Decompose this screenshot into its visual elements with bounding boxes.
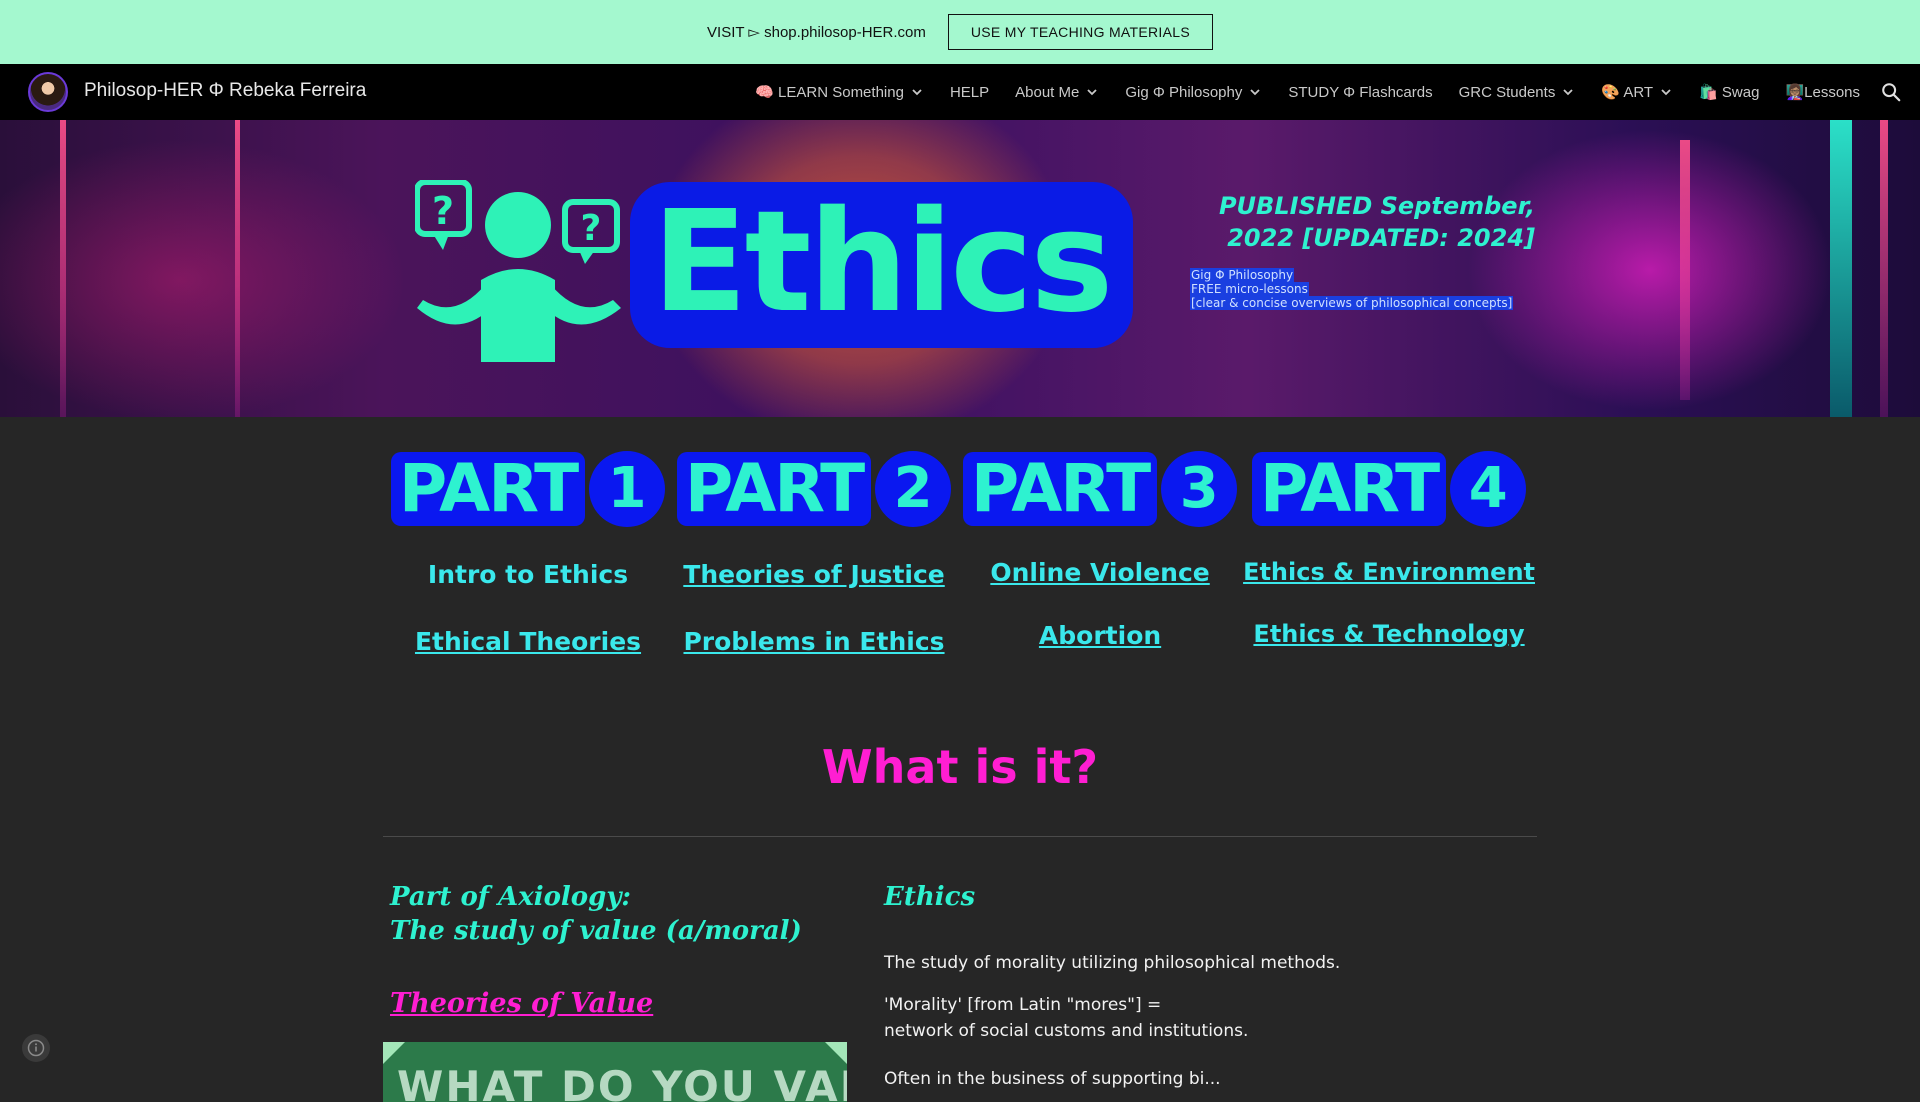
nav-item-label: 👩🏽‍🏫Lessons <box>1785 84 1860 101</box>
axiology-line-2: The study of value (a/moral) <box>390 916 802 946</box>
nav-item-help[interactable]: HELP <box>950 84 989 101</box>
abortion-link[interactable]: Abortion <box>1039 621 1161 650</box>
published-line-1: PUBLISHED September, <box>1218 192 1535 220</box>
theories-of-justice-link[interactable]: Theories of Justice <box>683 560 944 589</box>
chevron-down-icon[interactable] <box>1561 85 1575 99</box>
nav-item-label: About Me <box>1015 83 1080 101</box>
image-corner <box>825 1042 847 1064</box>
part-label: PART <box>962 452 1158 526</box>
nav-item-label: Gig Φ Philosophy <box>1125 83 1243 101</box>
published-line-2: 2022 [UPDATED: 2024] <box>1227 224 1535 252</box>
nav-menu: 🧠 LEARN Something HELP About Me Gig Φ Philo… <box>755 64 1860 120</box>
chevron-down-icon[interactable] <box>1085 85 1099 99</box>
hero-banner: ? ? Ethics PUBLISHED September, 2022 [UP… <box>0 120 1920 417</box>
nav-item-label: 🛍️ Swag <box>1699 84 1760 101</box>
morality-line-2: network of social customs and institutio… <box>884 1021 1249 1041</box>
hero-sub-2: FREE micro-lessons <box>1190 282 1309 296</box>
nav-item-lessons[interactable]: 👩🏽‍🏫Lessons <box>1785 83 1860 101</box>
image-corner <box>383 1042 405 1064</box>
right-column: Ethics The study of morality utilizing p… <box>884 882 1534 1092</box>
chevron-down-icon[interactable] <box>1659 85 1673 99</box>
part-badge: PART 3 <box>962 448 1238 530</box>
nav-item-art[interactable]: 🎨 ART <box>1601 83 1673 101</box>
continued-paragraph: Often in the business of supporting bi..… <box>884 1069 1221 1089</box>
nav-item-learn-something[interactable]: 🧠 LEARN Something <box>755 83 924 101</box>
part-1: PART 1 Intro to Ethics Ethical Theories <box>385 448 671 656</box>
part-number: 1 <box>589 451 666 527</box>
svg-text:?: ? <box>432 189 454 233</box>
chevron-down-icon[interactable] <box>1248 85 1262 99</box>
teaching-materials-button[interactable]: USE MY TEACHING MATERIALS <box>947 14 1213 50</box>
part-4: PART 4 Ethics & Environment Ethics & Tec… <box>1243 448 1535 656</box>
nav-item-swag[interactable]: 🛍️ Swag <box>1699 83 1759 101</box>
chevron-down-icon[interactable] <box>910 85 924 99</box>
part-2: PART 2 Theories of Justice Problems in E… <box>671 448 957 656</box>
section-heading: What is it? <box>821 740 1099 794</box>
part-badge: PART 4 <box>1251 448 1527 530</box>
top-nav: Philosop-HER Φ Rebeka Ferreira 🧠 LEARN S… <box>0 64 1920 120</box>
ethics-environment-link[interactable]: Ethics & Environment <box>1243 558 1535 586</box>
part-3: PART 3 Online Violence Abortion <box>957 448 1243 656</box>
part-number: 2 <box>875 451 952 527</box>
info-glyph <box>27 1039 45 1057</box>
avatar[interactable] <box>28 72 68 112</box>
part-badge: PART 1 <box>390 448 666 530</box>
person-question-icon: ? ? <box>415 180 621 362</box>
nav-item-grc-students[interactable]: GRC Students <box>1459 84 1576 101</box>
nav-item-label: 🎨 ART <box>1601 84 1654 101</box>
hero-subtitle: Gig Φ Philosophy FREE micro-lessons [cle… <box>1190 268 1514 310</box>
ethical-theories-link[interactable]: Ethical Theories <box>415 627 641 656</box>
axiology-line-1: Part of Axiology: <box>390 882 632 912</box>
morality-paragraph: 'Morality' [from Latin "mores"] = networ… <box>884 992 1534 1044</box>
part-label: PART <box>1251 452 1447 526</box>
search-icon[interactable] <box>1880 81 1902 103</box>
info-icon[interactable] <box>22 1034 50 1062</box>
intro-to-ethics-link[interactable]: Intro to Ethics <box>428 560 628 589</box>
hero-decor <box>60 120 66 417</box>
nav-item-about-me[interactable]: About Me <box>1015 84 1099 101</box>
part-number: 3 <box>1161 451 1238 527</box>
part-label: PART <box>676 452 872 526</box>
part-label: PART <box>390 452 586 526</box>
hero-decor <box>1880 120 1888 417</box>
announcement-bar: VISIT ▻ shop.philosop-HER.com USE MY TEA… <box>0 0 1920 64</box>
hero-decor <box>1830 120 1852 417</box>
axiology-text: Part of Axiology: The study of value (a/… <box>390 880 850 948</box>
theories-of-value-link[interactable]: Theories of Value <box>390 988 850 1019</box>
image-caption: WHAT DO YOU VALUE? <box>397 1062 847 1102</box>
svg-text:?: ? <box>581 208 602 249</box>
definition-paragraph: The study of morality utilizing philosop… <box>884 953 1341 973</box>
site-title[interactable]: Philosop-HER Φ Rebeka Ferreira <box>84 80 366 102</box>
announcement-text[interactable]: VISIT ▻ shop.philosop-HER.com <box>707 23 926 41</box>
morality-line-1: 'Morality' [from Latin "mores"] = <box>884 995 1162 1015</box>
hero-sub-3: [clear & concise overviews of philosophi… <box>1190 296 1514 310</box>
nav-item-label: 🧠 LEARN Something <box>755 84 904 101</box>
hero-decor <box>1680 140 1690 400</box>
nav-item-label: STUDY Φ Flashcards <box>1288 83 1433 101</box>
nav-item-gig-philosophy[interactable]: Gig Φ Philosophy <box>1125 84 1262 101</box>
online-violence-link[interactable]: Online Violence <box>990 558 1209 587</box>
hero-title: Ethics <box>630 182 1133 348</box>
parts-grid: PART 1 Intro to Ethics Ethical Theories … <box>385 448 1535 656</box>
part-number: 4 <box>1450 451 1527 527</box>
divider <box>383 836 1537 837</box>
problems-in-ethics-link[interactable]: Problems in Ethics <box>683 627 944 656</box>
left-column: Part of Axiology: The study of value (a/… <box>390 880 850 1019</box>
nav-item-label: GRC Students <box>1458 83 1556 101</box>
part-badge: PART 2 <box>676 448 952 530</box>
what-do-you-value-image[interactable]: WHAT DO YOU VALUE? <box>383 1042 847 1102</box>
hero-decor <box>235 120 240 417</box>
hero-sub-1: Gig Φ Philosophy <box>1190 268 1295 282</box>
nav-item-label: HELP <box>949 83 990 101</box>
nav-item-study-flashcards[interactable]: STUDY Φ Flashcards <box>1288 84 1432 101</box>
published-date: PUBLISHED September, 2022 [UPDATED: 2024… <box>1195 190 1535 254</box>
ethics-subheading: Ethics <box>884 882 976 912</box>
ethics-technology-link[interactable]: Ethics & Technology <box>1253 620 1524 648</box>
